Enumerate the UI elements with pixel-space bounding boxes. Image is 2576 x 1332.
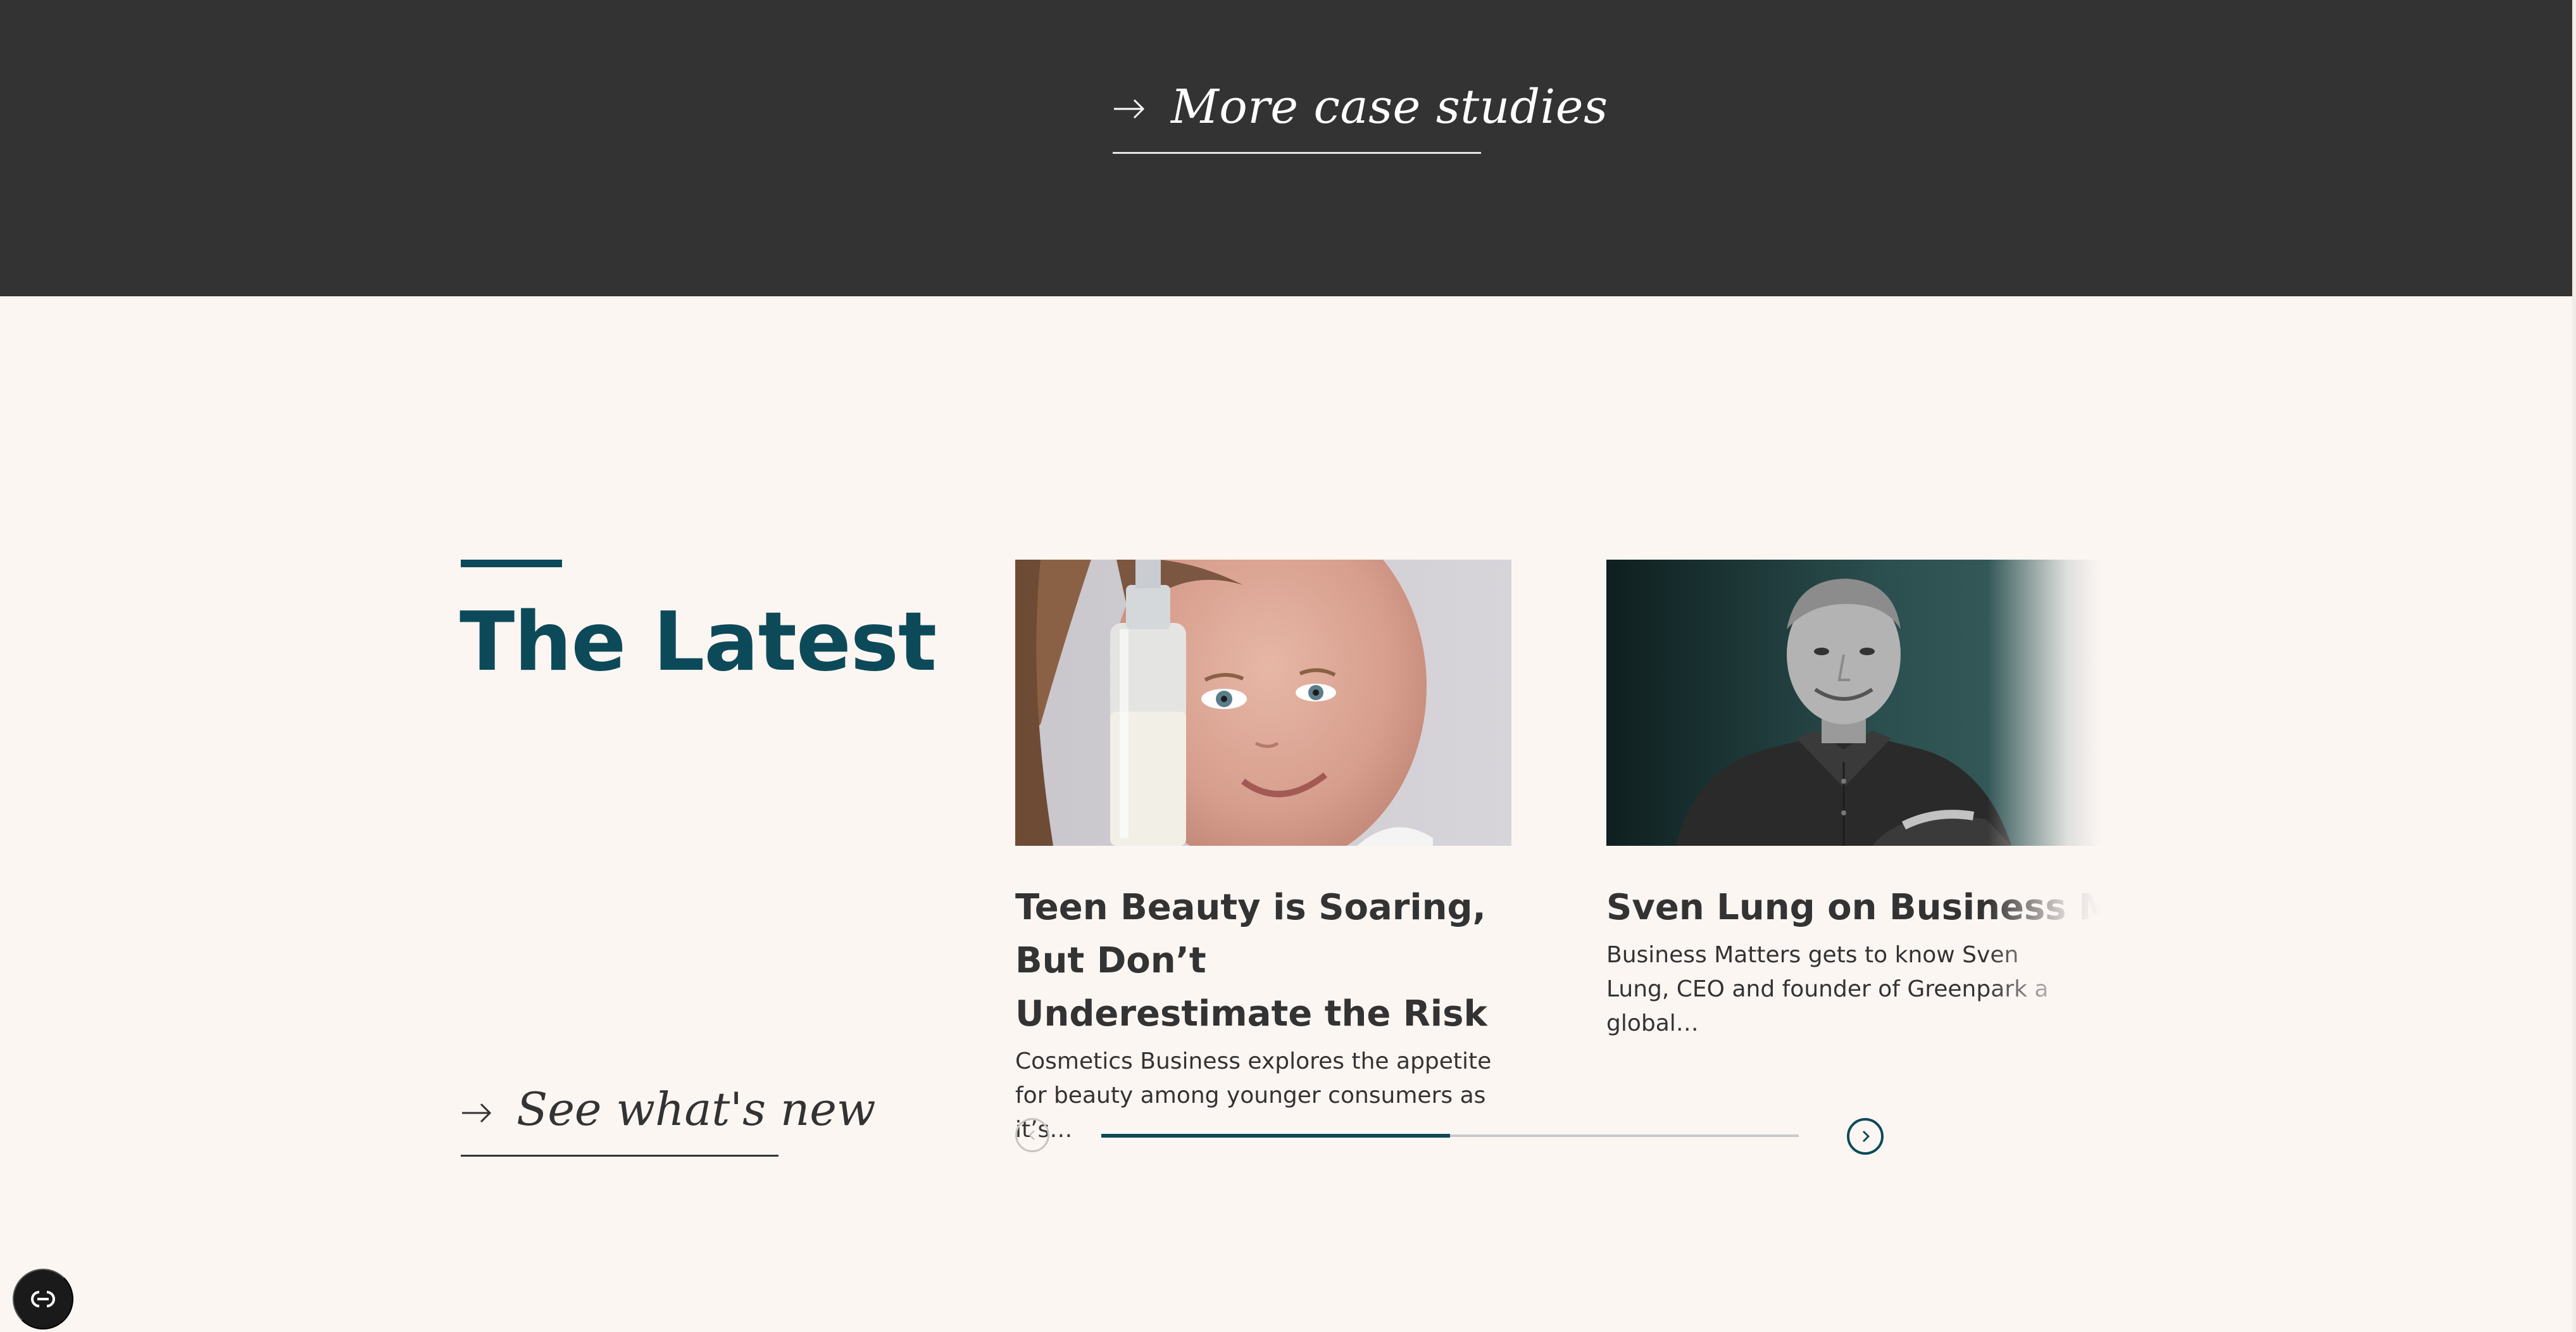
arrow-right-icon — [462, 1103, 492, 1123]
article-excerpt: Business Matters gets to know Sven Lung,… — [1606, 942, 2049, 1036]
article-card-teen-beauty[interactable]: Teen Beauty is Soaring, But Don’t Undere… — [1015, 560, 1513, 1147]
teen-beauty-photo — [1015, 560, 1511, 846]
section-title: The Latest — [460, 595, 937, 689]
see-whats-new-label: See what's new — [516, 1083, 876, 1136]
article-title: Sven Lung on Business Matters — [1606, 887, 2235, 928]
more-case-studies-link[interactable]: More case studies — [1113, 76, 1608, 154]
more-case-studies-label: More case studies — [1171, 80, 1608, 134]
article-excerpt: Cosmetics Business explores the appetite… — [1015, 1048, 1492, 1143]
carousel-prev-button[interactable] — [1015, 1118, 1049, 1152]
article-card-sven-lung[interactable]: Sven Lung on Business Matters Business M… — [1606, 560, 2235, 1041]
arrow-right-icon — [1114, 99, 1145, 119]
see-whats-new-link[interactable]: See what's new — [461, 1083, 876, 1157]
carousel-progress-fill — [1101, 1134, 1450, 1138]
carousel-clip — [2101, 544, 2291, 1026]
section-accent-bar — [461, 560, 562, 567]
carousel-progress — [1101, 1134, 1799, 1138]
accessibility-icon — [31, 1291, 55, 1307]
scrollbar-track[interactable] — [2572, 0, 2576, 1332]
carousel-next-button[interactable] — [1847, 1118, 1884, 1155]
chevron-left-icon — [1029, 1130, 1035, 1140]
chevron-right-icon — [1862, 1130, 1870, 1143]
portrait-photo — [1606, 560, 2103, 846]
article-title: Teen Beauty is Soaring, But Don’t Undere… — [1015, 887, 1487, 1034]
link-underline — [461, 1155, 778, 1157]
accessibility-button[interactable] — [13, 1269, 73, 1329]
link-underline — [1113, 152, 1481, 154]
